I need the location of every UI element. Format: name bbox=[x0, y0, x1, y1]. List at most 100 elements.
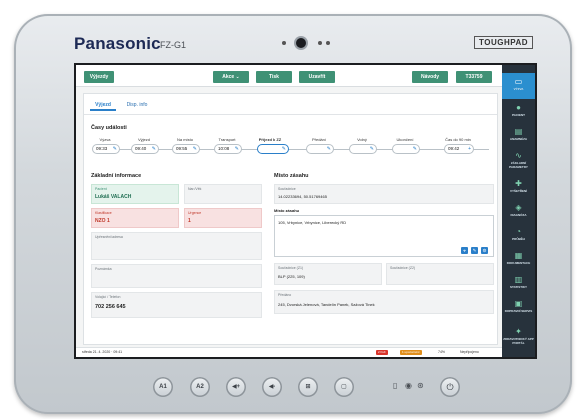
timeline-field-ukonceni[interactable]: ✎ bbox=[392, 144, 420, 154]
z1-field[interactable]: Souřadnice (Z1) BLP (225, 109) bbox=[274, 263, 382, 285]
timeline-field-na-misto[interactable]: 09:55 ✎ bbox=[172, 144, 200, 154]
urgency-field[interactable]: Urgence 1 bbox=[184, 208, 262, 228]
timeline-field-volny[interactable]: ✎ bbox=[349, 144, 377, 154]
field-label: Urgence bbox=[188, 211, 202, 215]
place-title: Místo zásahu bbox=[274, 173, 309, 179]
timeline-field-predani[interactable]: ✎ bbox=[306, 144, 334, 154]
field-label: Předáno bbox=[278, 293, 292, 297]
timeline-label: Předání bbox=[311, 137, 326, 142]
settings-icon[interactable]: ⚙ bbox=[481, 247, 488, 254]
toughpad-badge: TOUGHPAD bbox=[474, 36, 534, 49]
edit-icon[interactable]: ✎ bbox=[471, 247, 478, 254]
timeline-field-vyzva[interactable]: 09:33 ✎ bbox=[92, 144, 120, 154]
timeline-label: Příjezd k ZZ bbox=[258, 137, 282, 142]
volume-down-icon[interactable]: ◀- bbox=[262, 377, 282, 397]
basic-info-title: Základní informace bbox=[91, 173, 142, 179]
edit-icon: ✎ bbox=[192, 146, 197, 152]
sidebar-item-parametry[interactable]: ∿ ZÁKLADNÍ PARAMETRY bbox=[502, 147, 535, 173]
volume-up-icon[interactable]: ◀+ bbox=[226, 377, 246, 397]
status-bar: středa 21. 4. 2020 · 09:41 2 Fult 1 upoz… bbox=[76, 347, 506, 357]
timeline-label: Volný bbox=[357, 137, 367, 142]
edit-icon: ✎ bbox=[281, 146, 286, 152]
coordinates-field[interactable]: Souřadnice 14.02233694, 50.51769465 bbox=[274, 184, 494, 204]
timeline-title: Časy události bbox=[91, 125, 127, 131]
field-label: Nar./Věk bbox=[188, 187, 202, 191]
windows-icon[interactable]: ⊞ bbox=[298, 377, 318, 397]
storage-led-icon: ◉ bbox=[405, 381, 412, 390]
field-value: NZO 1 bbox=[95, 218, 110, 224]
timeline-field-vyjezd[interactable]: 09:40 ✎ bbox=[131, 144, 159, 154]
sidebar-item-portal[interactable]: ✦ ZDRAVOTNICKÝ APP PORTÁL bbox=[502, 323, 535, 349]
handover-field[interactable]: Předáno 245, Dvorská Jelenová, Tandelín … bbox=[274, 290, 494, 314]
doc-icon: ▦ bbox=[514, 251, 523, 260]
sidebar: ▭ VÝZVA ● PACIENT ▤ ANAMNÉZA ∿ ZÁKLADNÍ … bbox=[502, 65, 535, 357]
field-label: Souřadnice (Z1) bbox=[278, 266, 304, 270]
vyjezdy-button[interactable]: Výjezdy bbox=[84, 71, 114, 83]
location-icon[interactable]: ⌖ bbox=[461, 247, 468, 254]
screen: Výjezdy Akce ⌄ Tisk Uzavřít Návody T3375… bbox=[74, 63, 537, 359]
field-value: BLP (225, 109) bbox=[278, 274, 305, 279]
akce-button[interactable]: Akce ⌄ bbox=[213, 71, 249, 83]
phone-field[interactable]: Volající / Telefon 702 256 645 bbox=[91, 292, 262, 318]
tab-disp-info[interactable]: Disp. info bbox=[120, 99, 154, 111]
sidebar-item-vysetreni[interactable]: ✚ VYŠETŘENÍ bbox=[502, 175, 535, 201]
field-label: Pacient bbox=[95, 187, 107, 191]
z2-field[interactable]: Souřadnice (Z2) bbox=[386, 263, 494, 285]
field-label: Poznámka bbox=[95, 267, 112, 271]
edit-icon: ✎ bbox=[234, 146, 239, 152]
patient-field[interactable]: Pacient Lukáš VALACH bbox=[91, 184, 179, 204]
person-icon: ● bbox=[516, 103, 521, 112]
main-panel: Výjezd Disp. info Časy události Výzva 09… bbox=[83, 93, 498, 345]
place-textarea[interactable]: 105, Vrbynice, Vrbynice, Liberecký RD ⌖ … bbox=[274, 215, 494, 257]
timeline-field-cas-90[interactable]: 09:42 + bbox=[444, 144, 474, 154]
timeline-label: Transport bbox=[218, 137, 236, 142]
sidebar-item-anamneza[interactable]: ▤ ANAMNÉZA bbox=[502, 123, 535, 149]
navody-button[interactable]: Návody bbox=[412, 71, 448, 83]
warning-badge[interactable]: 1 upozornění bbox=[400, 350, 422, 355]
vitals-icon: ∿ bbox=[515, 151, 522, 160]
sidebar-item-dokumentace[interactable]: ▦ DOKUMENTACE bbox=[502, 247, 535, 273]
uzavrit-button[interactable]: Uzavřít bbox=[299, 71, 335, 83]
tab-vyjezd[interactable]: Výjezd bbox=[90, 99, 116, 111]
diagnosis-icon: ◈ bbox=[515, 203, 522, 212]
sidebar-item-pacient[interactable]: ● PACIENT bbox=[502, 99, 535, 125]
sidebar-item-statistiky[interactable]: ▥ STATISTIKY bbox=[502, 271, 535, 297]
field-value: 105, Vrbynice, Vrbynice, Liberecký RD bbox=[278, 220, 347, 225]
note-field[interactable]: Poznámka bbox=[91, 264, 262, 288]
sidebar-item-diagnoza[interactable]: ◈ DIAGNÓZA bbox=[502, 199, 535, 225]
timeline-label: Na místo bbox=[176, 137, 193, 142]
wireless-led-icon: ⊛ bbox=[417, 381, 424, 390]
sidebar-item-prubeh[interactable]: ◔ PRŮBĚH bbox=[502, 223, 535, 249]
code-button[interactable]: T33759 bbox=[456, 71, 492, 83]
sidebar-item-vyzva[interactable]: ▭ VÝZVA bbox=[502, 73, 535, 99]
network-label: Nepřipojeno bbox=[460, 350, 479, 354]
stethoscope-icon: ✚ bbox=[515, 179, 522, 188]
timeline-field-prijezd[interactable]: ✎ bbox=[257, 144, 289, 154]
battery-led-icon: ▯ bbox=[393, 381, 398, 390]
tisk-button[interactable]: Tisk bbox=[256, 71, 292, 83]
portal-icon: ✦ bbox=[515, 327, 522, 336]
sensor-dot bbox=[326, 41, 330, 45]
rotation-lock-icon[interactable]: ▢ bbox=[334, 377, 354, 397]
timeline-icon: ◔ bbox=[516, 227, 521, 236]
edit-icon: ✎ bbox=[112, 146, 117, 152]
sensor-dot bbox=[318, 41, 322, 45]
timeline-field-transport[interactable]: 10:08 ✎ bbox=[214, 144, 242, 154]
a2-button[interactable]: A2 bbox=[190, 377, 210, 397]
brand-logo: Panasonic bbox=[74, 34, 161, 53]
chart-icon: ▥ bbox=[514, 275, 523, 284]
field-label: Souřadnice (Z2) bbox=[390, 266, 416, 270]
model-label: FZ-G1 bbox=[160, 40, 186, 50]
sidebar-item-doprava[interactable]: ▣ DOPRAVNÍ SERVIS bbox=[502, 295, 535, 321]
field-label: Souřadnice bbox=[278, 187, 296, 191]
birth-field[interactable]: Nar./Věk bbox=[184, 184, 262, 204]
field-value: 702 256 645 bbox=[95, 304, 126, 310]
field-value: 245, Dvorská Jelenová, Tandelín Panek, S… bbox=[278, 302, 375, 307]
a1-button[interactable]: A1 bbox=[153, 377, 173, 397]
car-icon: ▣ bbox=[514, 299, 523, 308]
address-detail-field[interactable]: Upřesnění/adresa bbox=[91, 232, 262, 260]
power-icon[interactable]: ⏻ bbox=[440, 377, 460, 397]
error-badge[interactable]: 2 Fult bbox=[376, 350, 388, 355]
classification-field[interactable]: Klasifikace NZO 1 bbox=[91, 208, 179, 228]
field-value: Lukáš VALACH bbox=[95, 194, 132, 200]
